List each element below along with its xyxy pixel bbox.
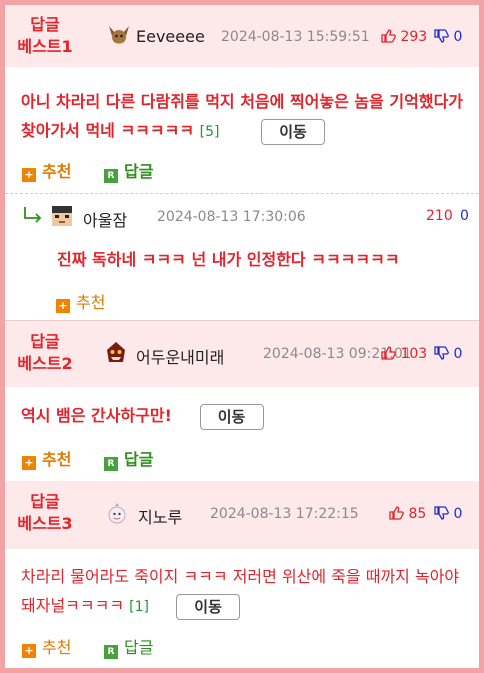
downvote-count: 0 xyxy=(453,346,463,362)
plus-icon: + xyxy=(22,456,36,470)
thumbs-down-icon xyxy=(434,346,449,360)
reply-count: [5] xyxy=(199,124,220,140)
recommend-button[interactable]: + 추천 xyxy=(22,634,71,658)
reply-button[interactable]: R 답글 xyxy=(104,634,153,659)
reply-button[interactable]: R 답글 xyxy=(104,446,153,471)
move-button[interactable]: 이동 xyxy=(261,118,326,145)
sheep-avatar xyxy=(108,503,126,524)
reply-text: 진짜 독하네 ㅋㅋㅋ 넌 내가 인정한다 ㅋㅋㅋㅋㅋㅋ xyxy=(57,250,400,269)
thumbs-up-icon xyxy=(381,29,396,43)
comment-text: 아니 차라리 다른 다람쥐를 먹지 처음에 찍어놓은 놈을 기억했다가 찾아가서… xyxy=(21,87,471,147)
downvote-count[interactable]: 0 xyxy=(460,208,469,224)
monster-avatar xyxy=(107,342,125,362)
pixel-avatar xyxy=(52,206,72,226)
username[interactable]: 지노루 xyxy=(138,504,182,528)
reply-icon: R xyxy=(104,169,118,183)
reply-button[interactable]: R 답글 xyxy=(104,158,153,183)
upvote-count: 85 xyxy=(408,506,427,522)
upvote-count: 103 xyxy=(400,346,428,362)
thumbs-up-icon xyxy=(389,506,404,520)
eevee-avatar xyxy=(109,26,129,45)
downvote-button[interactable]: 0 xyxy=(433,28,462,45)
timestamp: 2024-08-13 17:22:15 xyxy=(210,506,359,522)
reply-count: [1] xyxy=(129,599,149,615)
recommend-button[interactable]: + 추천 xyxy=(22,158,71,182)
thumbs-down-icon xyxy=(434,506,449,520)
plus-icon: + xyxy=(22,644,36,658)
upvote-button[interactable]: 85 xyxy=(388,505,426,522)
downvote-button[interactable]: 0 xyxy=(433,505,462,522)
downvote-button[interactable]: 0 xyxy=(433,345,462,362)
best-badge: 답글 베스트1 xyxy=(17,15,73,56)
thumbs-up-icon xyxy=(381,346,396,360)
downvote-count: 0 xyxy=(453,29,463,45)
downvote-count: 0 xyxy=(453,506,463,522)
timestamp: 2024-08-13 15:59:51 xyxy=(221,29,370,45)
upvote-button[interactable]: 103 xyxy=(380,345,427,362)
move-button[interactable]: 이동 xyxy=(199,403,264,430)
username[interactable]: Eeveeee xyxy=(136,27,205,46)
recommend-button[interactable]: + 추천 xyxy=(56,289,105,313)
reply-icon: R xyxy=(104,645,118,659)
thumbs-down-icon xyxy=(434,29,449,43)
recommend-button[interactable]: + 추천 xyxy=(22,446,71,470)
upvote-count[interactable]: 210 xyxy=(426,208,453,224)
username[interactable]: 아울잠 xyxy=(83,207,127,231)
plus-icon: + xyxy=(22,168,36,182)
divider xyxy=(5,193,479,194)
upvote-count: 293 xyxy=(400,29,428,45)
reply-icon: R xyxy=(104,457,118,471)
plus-icon: + xyxy=(56,299,70,313)
comment-text: 차라리 물어라도 죽이지 ㅋㅋㅋ 저러면 위산에 죽을 때까지 녹아야돼자널ㅋㅋ… xyxy=(21,562,471,622)
timestamp: 2024-08-13 17:30:06 xyxy=(157,209,306,225)
upvote-button[interactable]: 293 xyxy=(380,28,427,45)
comment-text: 역시 뱀은 간사하구만! 이동 xyxy=(21,401,471,430)
best-badge: 답글 베스트3 xyxy=(17,492,73,533)
reply-arrow-icon xyxy=(24,207,42,223)
best-badge: 답글 베스트2 xyxy=(17,332,73,373)
username[interactable]: 어두운내미래 xyxy=(136,344,224,368)
move-button[interactable]: 이동 xyxy=(176,593,241,620)
best-comments-panel: 답글 베스트1 Eeveeee 2024-08-13 15:59:51 293 … xyxy=(5,5,479,668)
